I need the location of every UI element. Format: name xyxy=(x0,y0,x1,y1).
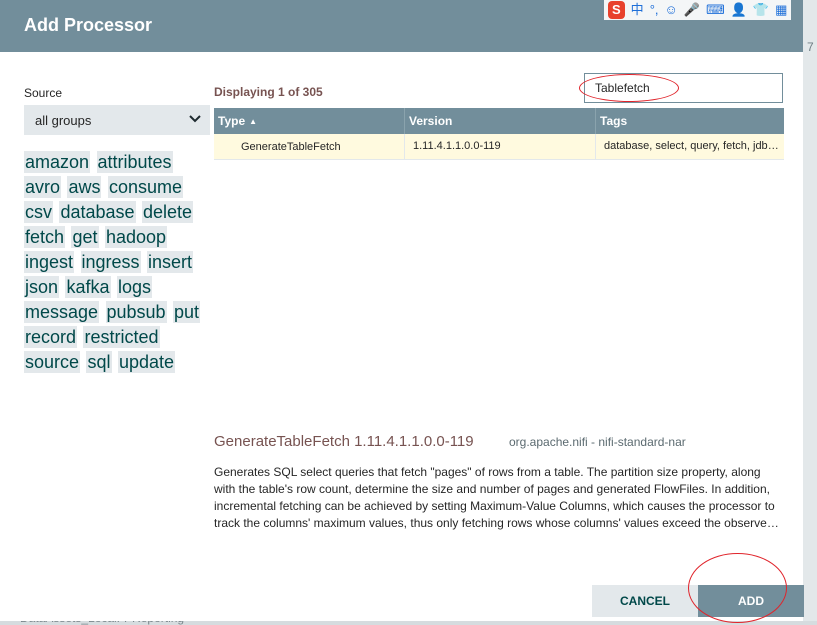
cell-version: 1.11.4.1.1.0.0-119 xyxy=(404,134,595,159)
tag-avro[interactable]: avro xyxy=(24,176,62,198)
column-header-type[interactable]: Type ▲ xyxy=(214,114,404,128)
processor-table: Type ▲ Version Tags GenerateTableFetch 1… xyxy=(214,108,784,160)
grid-icon[interactable]: ▦ xyxy=(775,1,787,19)
tag-kafka[interactable]: kafka xyxy=(65,276,111,298)
canvas-mark: 7 xyxy=(807,40,814,54)
tag-csv[interactable]: csv xyxy=(24,201,53,223)
tag-put[interactable]: put xyxy=(173,301,201,323)
tag-message[interactable]: message xyxy=(24,301,100,323)
dialog-title: Add Processor xyxy=(24,15,153,35)
column-header-tags[interactable]: Tags xyxy=(595,108,784,134)
add-button[interactable]: ADD xyxy=(698,585,804,617)
table-row[interactable]: GenerateTableFetch 1.11.4.1.1.0.0-119 da… xyxy=(214,134,784,160)
tag-hadoop[interactable]: hadoop xyxy=(104,226,168,248)
source-label: Source xyxy=(24,86,63,100)
tag-cloud: amazon attributes avro aws consume csv d… xyxy=(24,151,214,376)
tag-amazon[interactable]: amazon xyxy=(24,151,91,173)
selected-processor-bundle: org.apache.nifi - nifi-standard-nar xyxy=(509,435,686,449)
shirt-icon[interactable]: 👕 xyxy=(753,1,769,19)
sogou-icon[interactable]: S xyxy=(608,1,625,19)
results-count: Displaying 1 of 305 xyxy=(214,85,323,99)
microphone-icon[interactable]: 🎤 xyxy=(684,1,700,19)
chinese-input-icon[interactable]: 中 xyxy=(631,1,644,19)
source-group-select[interactable]: all groups xyxy=(24,105,210,135)
canvas-background xyxy=(803,0,817,621)
cancel-button[interactable]: CANCEL xyxy=(592,585,698,617)
keyboard-icon[interactable]: ⌨ xyxy=(706,1,725,19)
tag-restricted[interactable]: restricted xyxy=(83,326,160,348)
tag-ingest[interactable]: ingest xyxy=(24,251,75,273)
selected-processor-title: GenerateTableFetch 1.11.4.1.1.0.0-119 xyxy=(214,433,474,450)
tag-delete[interactable]: delete xyxy=(141,201,194,223)
source-selected-value: all groups xyxy=(35,112,92,128)
tag-get[interactable]: get xyxy=(71,226,99,248)
chevron-down-icon xyxy=(189,115,201,123)
processor-filter-input[interactable] xyxy=(584,73,783,103)
tag-sql[interactable]: sql xyxy=(86,351,112,373)
tag-insert[interactable]: insert xyxy=(146,251,193,273)
column-header-type-label: Type xyxy=(218,114,246,128)
tag-update[interactable]: update xyxy=(117,351,176,373)
tag-aws[interactable]: aws xyxy=(67,176,102,198)
column-header-version[interactable]: Version xyxy=(404,108,595,134)
table-header: Type ▲ Version Tags xyxy=(214,108,784,134)
tag-database[interactable]: database xyxy=(59,201,136,223)
tag-ingress[interactable]: ingress xyxy=(80,251,141,273)
tag-json[interactable]: json xyxy=(24,276,60,298)
punctuation-icon[interactable]: °, xyxy=(650,1,659,19)
tag-pubsub[interactable]: pubsub xyxy=(105,301,167,323)
tag-record[interactable]: record xyxy=(24,326,78,348)
cell-type: GenerateTableFetch xyxy=(241,140,341,153)
user-icon[interactable]: 👤 xyxy=(731,1,747,19)
selected-processor-description: Generates SQL select queries that fetch … xyxy=(214,465,775,530)
tag-consume[interactable]: consume xyxy=(107,176,183,198)
tag-fetch[interactable]: fetch xyxy=(24,226,66,248)
add-processor-dialog: Add Processor Source all groups amazon a… xyxy=(0,0,804,623)
tag-source[interactable]: source xyxy=(24,351,81,373)
tag-attributes[interactable]: attributes xyxy=(96,151,173,173)
cell-tags: database, select, query, fetch, jdbc, sq… xyxy=(595,134,784,159)
sort-ascending-icon: ▲ xyxy=(249,116,258,126)
emoji-icon[interactable]: ☺ xyxy=(665,1,678,19)
tag-logs[interactable]: logs xyxy=(116,276,152,298)
system-tray: S 中 °, ☺ 🎤 ⌨ 👤 👕 ▦ xyxy=(604,0,792,20)
